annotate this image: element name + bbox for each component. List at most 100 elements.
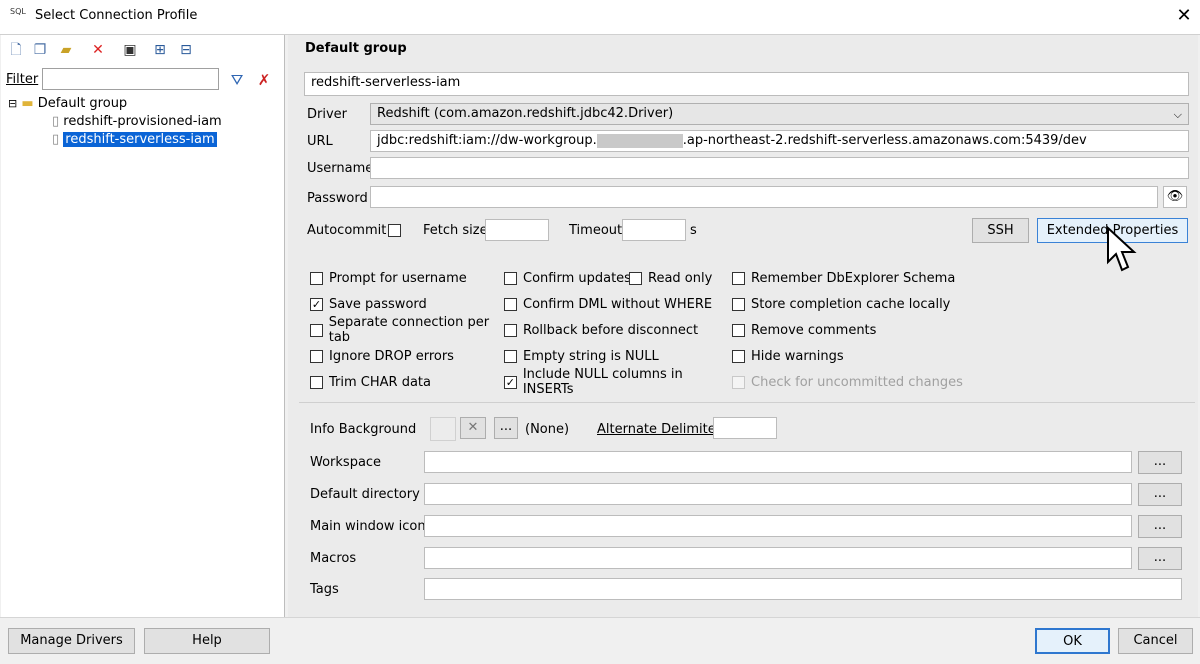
tree-item-selected[interactable]: ▯ redshift-serverless-iam [52, 131, 217, 149]
save-password-option[interactable]: ✓ Save password [310, 296, 510, 312]
manage-drivers-button[interactable]: Manage Drivers [8, 628, 135, 654]
default-directory-input[interactable] [424, 483, 1132, 505]
filter-input[interactable] [42, 68, 219, 90]
clear-color-icon[interactable]: ✕ [460, 417, 486, 439]
confirm-updates-checkbox[interactable] [504, 271, 517, 285]
tree-item-label: redshift-serverless-iam [63, 132, 217, 147]
macros-input[interactable] [424, 547, 1132, 569]
macros-browse-button[interactable]: ... [1138, 547, 1182, 570]
tags-label: Tags [310, 582, 339, 597]
workspace-label: Workspace [310, 455, 382, 470]
remember-schema-option[interactable]: Remember DbExplorer Schema [732, 270, 972, 286]
mouse-cursor-icon [1107, 226, 1137, 272]
store-cache-label: Store completion cache locally [751, 296, 951, 312]
save-password-checkbox[interactable]: ✓ [310, 297, 323, 311]
remove-comments-checkbox[interactable] [732, 323, 745, 337]
hide-warnings-option[interactable]: Hide warnings [732, 348, 972, 364]
include-null-columns-option[interactable]: ✓ Include NULL columns in INSERTs [504, 367, 734, 397]
profile-name-input[interactable]: redshift-serverless-iam [304, 72, 1189, 96]
separate-connection-option[interactable]: Separate connection per tab [310, 315, 510, 345]
help-button[interactable]: Help [144, 628, 270, 654]
close-icon[interactable]: ✕ [1172, 4, 1196, 28]
alternate-delimiter-input[interactable] [713, 417, 777, 439]
driver-value: Redshift (com.amazon.redshift.jdbc42.Dri… [377, 106, 674, 121]
group-header: Default group [305, 41, 407, 56]
rollback-checkbox[interactable] [504, 323, 517, 337]
new-profile-icon[interactable]: 🗋 [6, 40, 26, 60]
save-icon[interactable]: ▣ [120, 40, 140, 60]
trim-char-option[interactable]: Trim CHAR data [310, 374, 510, 390]
driver-select[interactable]: Redshift (com.amazon.redshift.jdbc42.Dri… [370, 103, 1189, 125]
main-window-icon-label: Main window icon [310, 519, 426, 534]
remember-schema-checkbox[interactable] [732, 271, 745, 285]
prompt-username-label: Prompt for username [329, 270, 467, 286]
autocommit-label: Autocommit [307, 223, 387, 238]
timeout-input[interactable] [622, 219, 686, 241]
store-cache-checkbox[interactable] [732, 297, 745, 311]
collapse-node-icon[interactable]: ⊟ [8, 97, 17, 110]
url-suffix: .ap-northeast-2.redshift-serverless.amaz… [682, 133, 1087, 148]
main-window-icon-input[interactable] [424, 515, 1132, 537]
autocommit-checkbox[interactable] [388, 224, 401, 237]
redacted-text [596, 133, 683, 148]
filter-label: Filter [6, 72, 39, 87]
default-directory-label: Default directory [310, 487, 420, 502]
hide-warnings-checkbox[interactable] [732, 349, 745, 363]
clear-filter-icon[interactable]: ✗ [254, 70, 274, 90]
ssh-button[interactable]: SSH [972, 218, 1029, 243]
fetch-size-input[interactable] [485, 219, 549, 241]
tree-group-row[interactable]: ⊟ ▬ Default group [8, 95, 127, 113]
url-prefix: jdbc:redshift:iam://dw-workgroup. [377, 133, 597, 148]
collapse-all-icon[interactable]: ⊟ [176, 40, 196, 60]
empty-string-null-option[interactable]: Empty string is NULL [504, 348, 734, 364]
delete-icon[interactable]: ✕ [88, 40, 108, 60]
info-background-value: (None) [525, 422, 570, 437]
tree-item[interactable]: ▯ redshift-provisioned-iam [52, 113, 222, 131]
rollback-option[interactable]: Rollback before disconnect [504, 322, 734, 338]
check-uncommitted-checkbox [732, 375, 745, 389]
default-directory-browse-button[interactable]: ... [1138, 483, 1182, 506]
include-null-columns-checkbox[interactable]: ✓ [504, 375, 517, 389]
ignore-drop-checkbox[interactable] [310, 349, 323, 363]
expand-all-icon[interactable]: ⊞ [150, 40, 170, 60]
store-cache-option[interactable]: Store completion cache locally [732, 296, 972, 312]
password-input[interactable] [370, 186, 1158, 208]
confirm-dml-checkbox[interactable] [504, 297, 517, 311]
username-input[interactable] [370, 157, 1189, 179]
remember-schema-label: Remember DbExplorer Schema [751, 270, 956, 286]
empty-string-null-label: Empty string is NULL [523, 348, 659, 364]
url-input[interactable]: jdbc:redshift:iam://dw-workgroup. .ap-nor… [370, 130, 1189, 152]
workspace-browse-button[interactable]: ... [1138, 451, 1182, 474]
prompt-username-checkbox[interactable] [310, 271, 323, 285]
read-only-checkbox[interactable] [629, 271, 642, 285]
prompt-username-option[interactable]: Prompt for username [310, 270, 510, 286]
username-label: Username [307, 161, 374, 176]
tree-item-label: redshift-provisioned-iam [63, 114, 222, 129]
read-only-option[interactable]: Read only [629, 270, 729, 286]
confirm-dml-label: Confirm DML without WHERE [523, 296, 713, 312]
window-title: Select Connection Profile [35, 8, 198, 23]
rollback-label: Rollback before disconnect [523, 322, 699, 338]
ignore-drop-label: Ignore DROP errors [329, 348, 454, 364]
separate-connection-checkbox[interactable] [310, 323, 323, 337]
chevron-down-icon[interactable]: ⌵ [1174, 107, 1182, 123]
timeout-label: Timeout [569, 223, 623, 238]
filter-icon[interactable]: ⛛ [227, 70, 247, 90]
confirm-dml-option[interactable]: Confirm DML without WHERE [504, 296, 734, 312]
eye-icon[interactable]: 👁 [1163, 186, 1187, 208]
ok-button[interactable]: OK [1035, 628, 1110, 654]
database-icon: ▯ [52, 132, 60, 147]
trim-char-checkbox[interactable] [310, 375, 323, 389]
new-group-icon[interactable]: ▰ [56, 40, 76, 60]
main-window-icon-browse-button[interactable]: ... [1138, 515, 1182, 538]
read-only-label: Read only [648, 270, 713, 286]
cancel-button[interactable]: Cancel [1118, 628, 1193, 654]
pick-color-button[interactable]: ... [494, 417, 518, 439]
empty-string-null-checkbox[interactable] [504, 349, 517, 363]
workspace-input[interactable] [424, 451, 1132, 473]
ignore-drop-option[interactable]: Ignore DROP errors [310, 348, 510, 364]
remove-comments-option[interactable]: Remove comments [732, 322, 972, 338]
tags-input[interactable] [424, 578, 1182, 600]
copy-profile-icon[interactable]: ❐ [30, 40, 50, 60]
remove-comments-label: Remove comments [751, 322, 877, 338]
